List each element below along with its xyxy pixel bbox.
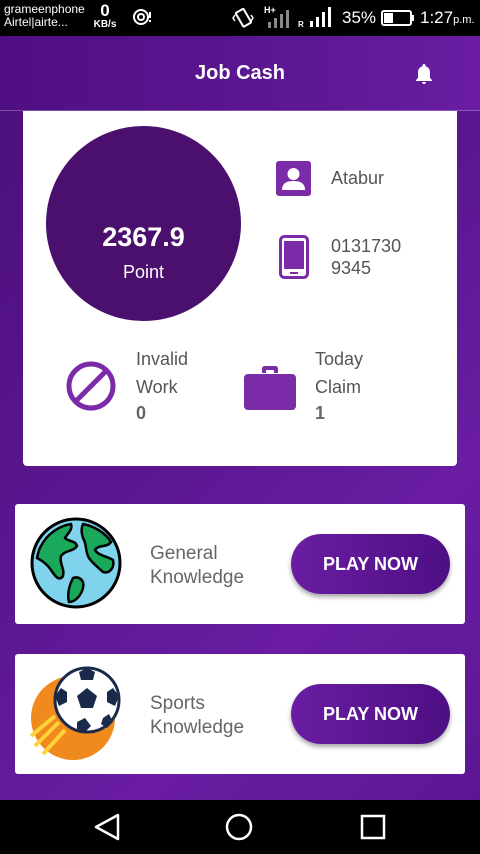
vibrate-icon bbox=[232, 7, 254, 28]
roaming-label: R bbox=[298, 20, 304, 28]
sports-knowledge-card: Sports Knowledge PLAY NOW bbox=[15, 654, 465, 774]
clock-suffix: p.m. bbox=[453, 14, 475, 26]
profile-card: 2367.9 Point Atabur 01317309345 Invalid … bbox=[23, 111, 457, 466]
signal-sim2-icon: R bbox=[298, 7, 331, 28]
user-name: Atabur bbox=[331, 168, 385, 188]
user-profile-icon bbox=[276, 161, 311, 196]
hotspot-icon bbox=[133, 9, 151, 25]
today-claim-label: Today Claim bbox=[315, 349, 364, 397]
play-now-sports-button[interactable]: PLAY NOW bbox=[291, 684, 450, 744]
sports-knowledge-label: Sports Knowledge bbox=[150, 693, 245, 738]
clock-time: 1:27 bbox=[420, 8, 454, 27]
speed-unit: KB/s bbox=[93, 19, 117, 30]
phone-icon bbox=[279, 235, 309, 279]
network-speed: 0 KB/s bbox=[90, 2, 120, 31]
soccer-ball-icon bbox=[29, 666, 121, 760]
app-title: Job Cash bbox=[194, 62, 286, 84]
invalid-work-count: 0 bbox=[136, 403, 147, 423]
system-nav-bar bbox=[0, 800, 480, 854]
battery-percent: 35% bbox=[342, 8, 377, 27]
points-value: 2367.9 bbox=[102, 222, 185, 252]
signal-sim1-icon: H+ bbox=[264, 5, 289, 28]
clock: 1:27p.m. bbox=[420, 8, 475, 28]
invalid-work-label: Invalid Work bbox=[136, 349, 189, 397]
phone-number: 01317309345 bbox=[331, 236, 402, 278]
block-icon bbox=[66, 361, 116, 411]
status-bar: grameenphone Airtel|airte... 0 KB/s H+ R… bbox=[0, 0, 480, 36]
battery-icon bbox=[381, 10, 414, 26]
app-bar: Job Cash bbox=[0, 36, 480, 111]
points-circle: 2367.9 Point bbox=[46, 126, 241, 321]
network-type-label: H+ bbox=[264, 5, 276, 15]
play-now-general-button[interactable]: PLAY NOW bbox=[291, 534, 450, 594]
carrier-name-2: Airtel|airte... bbox=[4, 15, 68, 29]
home-icon[interactable] bbox=[224, 812, 254, 842]
general-knowledge-card: General Knowledge PLAY NOW bbox=[15, 504, 465, 624]
general-knowledge-label: General Knowledge bbox=[150, 543, 245, 588]
briefcase-icon bbox=[244, 366, 296, 410]
bell-icon[interactable] bbox=[412, 62, 436, 86]
recent-apps-icon[interactable] bbox=[358, 812, 388, 842]
points-label: Point bbox=[122, 262, 165, 282]
globe-icon bbox=[30, 517, 122, 609]
carrier-info: grameenphone Airtel|airte... bbox=[4, 3, 85, 29]
today-claim-count: 1 bbox=[315, 403, 326, 423]
back-icon[interactable] bbox=[92, 812, 122, 842]
speed-value: 0 bbox=[100, 1, 110, 20]
